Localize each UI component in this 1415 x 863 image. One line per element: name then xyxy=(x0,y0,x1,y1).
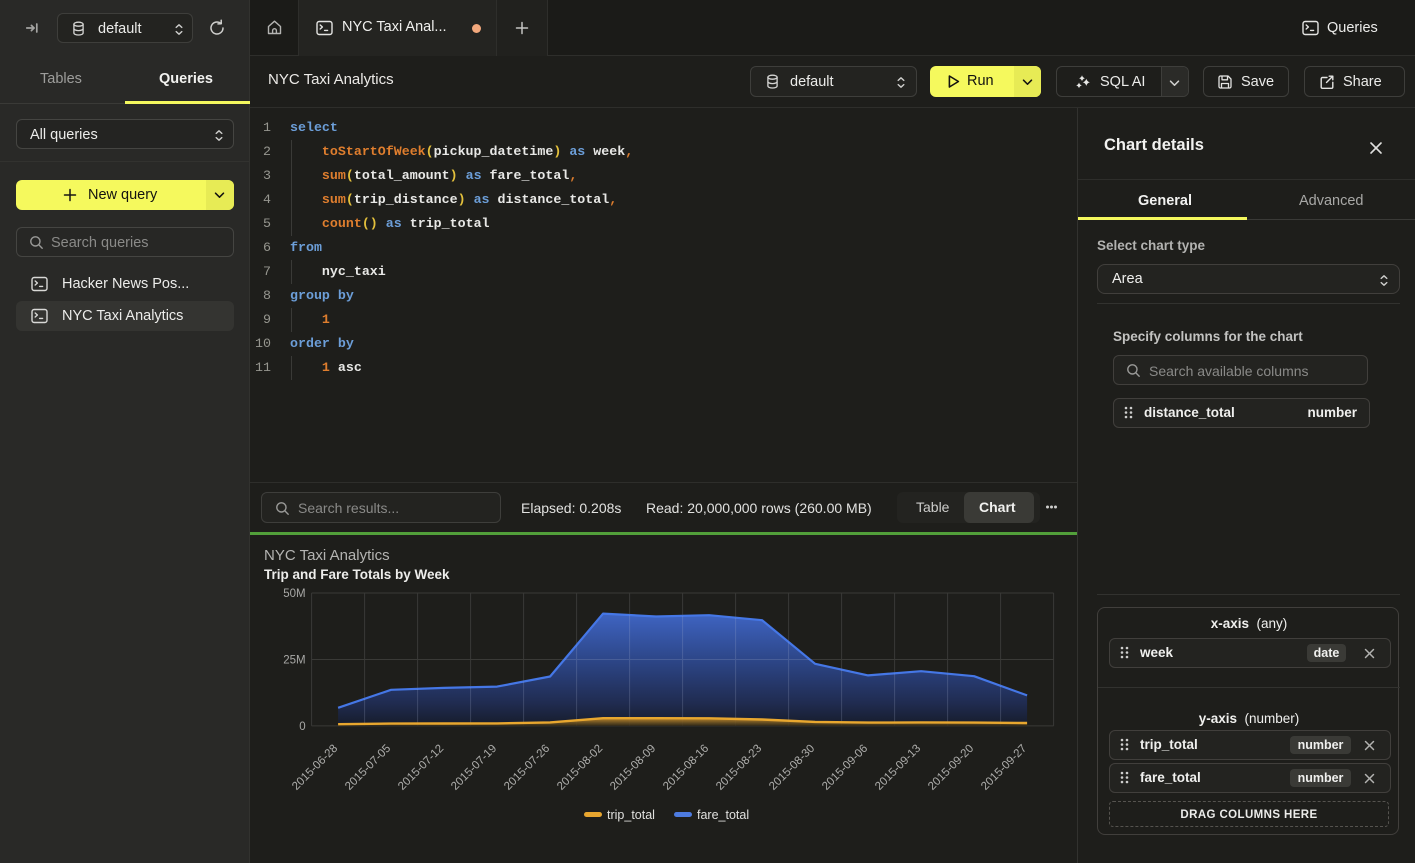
svg-text:fare_total: fare_total xyxy=(697,808,749,822)
svg-text:2015-09-06: 2015-09-06 xyxy=(820,743,870,793)
svg-text:2015-08-30: 2015-08-30 xyxy=(767,743,817,793)
svg-text:2015-07-05: 2015-07-05 xyxy=(343,743,393,793)
svg-text:2015-08-23: 2015-08-23 xyxy=(714,743,764,793)
svg-text:2015-08-09: 2015-08-09 xyxy=(608,743,658,793)
svg-text:2015-08-16: 2015-08-16 xyxy=(661,743,711,793)
svg-text:2015-07-26: 2015-07-26 xyxy=(502,743,552,793)
svg-text:2015-07-12: 2015-07-12 xyxy=(396,743,446,793)
svg-text:50M: 50M xyxy=(283,588,305,600)
svg-text:2015-09-13: 2015-09-13 xyxy=(873,743,923,793)
svg-text:2015-09-27: 2015-09-27 xyxy=(979,743,1029,793)
svg-text:2015-08-02: 2015-08-02 xyxy=(555,743,605,793)
svg-text:25M: 25M xyxy=(283,655,305,667)
svg-text:NYC Taxi Analytics: NYC Taxi Analytics xyxy=(264,547,390,564)
svg-text:2015-06-28: 2015-06-28 xyxy=(290,743,340,793)
svg-text:2015-09-20: 2015-09-20 xyxy=(926,743,976,793)
svg-text:Trip and Fare Totals by Week: Trip and Fare Totals by Week xyxy=(264,567,450,582)
svg-text:trip_total: trip_total xyxy=(607,808,655,822)
svg-text:0: 0 xyxy=(299,721,305,733)
svg-text:2015-07-19: 2015-07-19 xyxy=(449,743,499,793)
